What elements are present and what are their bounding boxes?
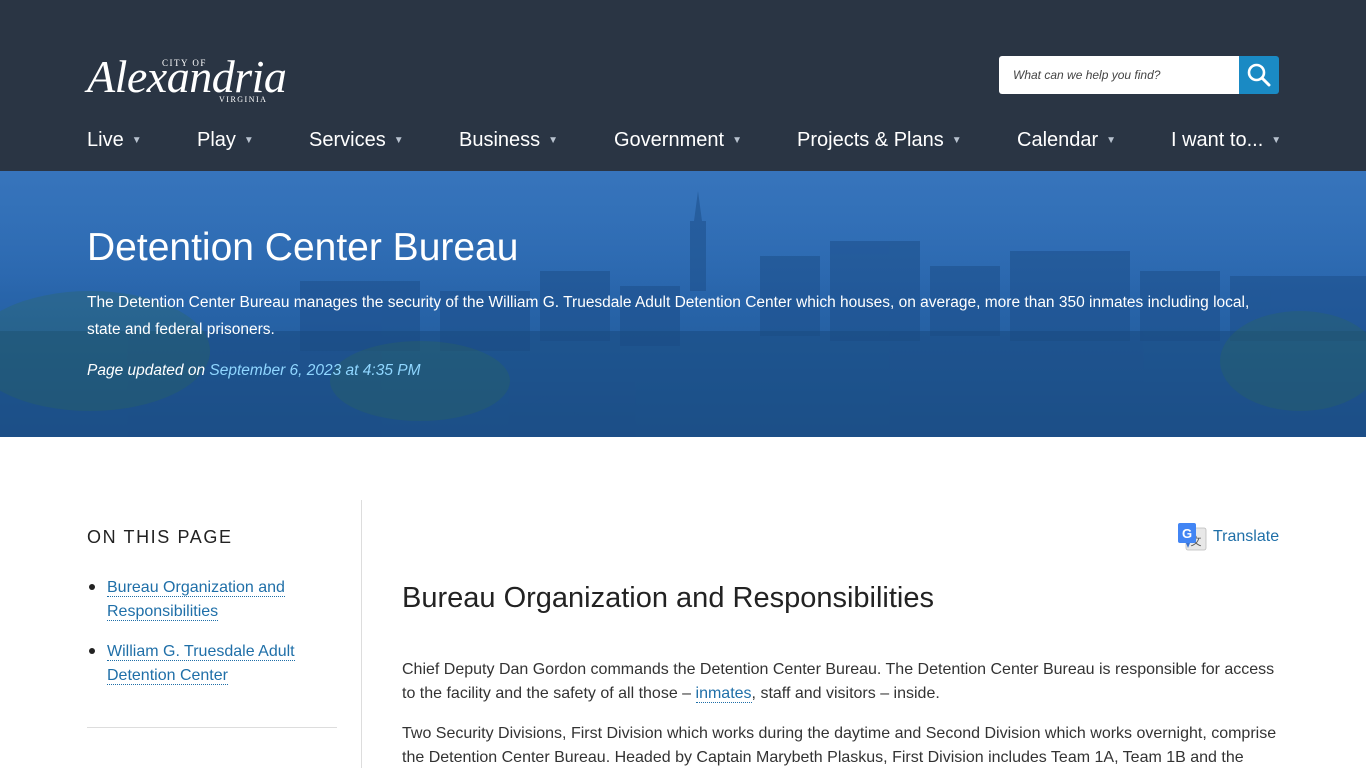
section-title: Bureau Organization and Responsibilities [402, 582, 934, 614]
toc-link-bureau-organization[interactable]: Bureau Organization and Responsibilities [107, 579, 285, 621]
search-input[interactable] [999, 56, 1239, 94]
translate-button[interactable]: 文 G Translate [1177, 522, 1279, 552]
updated-date: September 6, 2023 at 4:35 PM [209, 362, 421, 379]
nav-item-services[interactable]: Services ▼ [309, 126, 404, 156]
sidebar-heading: ON THIS PAGE [87, 527, 233, 547]
main-nav: Live ▼ Play ▼ Services ▼ Business ▼ Governme… [87, 126, 1281, 156]
caret-down-icon: ▼ [1106, 135, 1117, 146]
nav-label: Government [614, 129, 725, 151]
toc-link-truesdale-center[interactable]: William G. Truesdale Adult Detention Cen… [107, 643, 295, 685]
nav-item-business[interactable]: Business ▼ [459, 126, 558, 156]
caret-down-icon: ▼ [951, 135, 962, 146]
nav-label: Projects & Plans [797, 129, 944, 151]
site-header: CITY OF Alexandria VIRGINIA Live ▼ Play ▼ … [0, 0, 1366, 171]
toc-item: William G. Truesdale Adult Detention Cen… [87, 640, 337, 688]
paragraph-1: Chief Deputy Dan Gordon commands the Det… [402, 658, 1282, 706]
search-button[interactable] [1239, 56, 1279, 94]
nav-label: Services [309, 129, 386, 151]
nav-item-projects-plans[interactable]: Projects & Plans ▼ [797, 126, 962, 156]
nav-item-live[interactable]: Live ▼ [87, 126, 142, 156]
column-divider [361, 500, 362, 768]
caret-down-icon: ▼ [243, 135, 254, 146]
search-box [999, 56, 1279, 94]
nav-item-government[interactable]: Government ▼ [614, 126, 742, 156]
caret-down-icon: ▼ [393, 135, 404, 146]
toc-item: Bureau Organization and Responsibilities [87, 576, 337, 624]
caret-down-icon: ▼ [131, 135, 142, 146]
nav-label: Calendar [1017, 129, 1099, 151]
svg-text:G: G [1182, 526, 1192, 541]
toc-list: Bureau Organization and Responsibilities… [87, 576, 337, 704]
caret-down-icon: ▼ [1271, 135, 1282, 146]
nav-item-i-want-to[interactable]: I want to... ▼ [1171, 126, 1281, 156]
nav-item-calendar[interactable]: Calendar ▼ [1017, 126, 1116, 156]
paragraph-2: Two Security Divisions, First Division w… [402, 725, 1277, 766]
nav-label: Live [87, 129, 124, 151]
translate-label: Translate [1213, 528, 1280, 545]
nav-label: Business [459, 129, 541, 151]
updated-prefix: Page updated on [87, 362, 206, 379]
caret-down-icon: ▼ [732, 135, 742, 146]
nav-label: I want to... [1171, 129, 1264, 151]
nav-item-play[interactable]: Play ▼ [197, 126, 254, 156]
google-translate-icon: 文 G [1178, 523, 1207, 551]
inmates-link[interactable]: inmates [695, 685, 752, 703]
caret-down-icon: ▼ [548, 135, 559, 146]
logo-state: VIRGINIA [219, 95, 268, 104]
city-logo[interactable]: CITY OF Alexandria VIRGINIA [87, 40, 287, 110]
search-icon [1247, 63, 1271, 87]
nav-label: Play [197, 129, 236, 151]
page-updated: Page updated on September 6, 2023 at 4:3… [87, 359, 421, 383]
page-description: The Detention Center Bureau manages the … [87, 294, 1250, 338]
p1-text-end: , staff and visitors – inside. [751, 685, 940, 702]
logo-name: Alexandria [87, 51, 287, 102]
page-title: Detention Center Bureau [87, 226, 519, 269]
sidebar-divider [87, 727, 337, 728]
